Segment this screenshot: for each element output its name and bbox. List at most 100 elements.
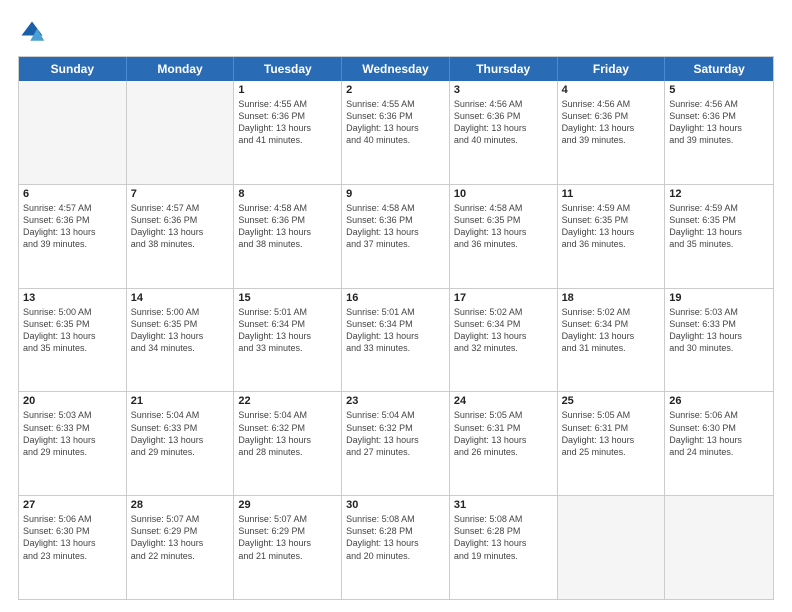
cell-line: Sunrise: 5:02 AM <box>562 306 661 318</box>
calendar-cell-r4c4: 31Sunrise: 5:08 AMSunset: 6:28 PMDayligh… <box>450 496 558 599</box>
calendar-cell-r3c4: 24Sunrise: 5:05 AMSunset: 6:31 PMDayligh… <box>450 392 558 495</box>
day-number: 27 <box>23 499 122 511</box>
day-number: 25 <box>562 395 661 407</box>
cell-line: Sunset: 6:36 PM <box>238 214 337 226</box>
cell-line: and 23 minutes. <box>23 550 122 562</box>
calendar-cell-r2c1: 14Sunrise: 5:00 AMSunset: 6:35 PMDayligh… <box>127 289 235 392</box>
calendar-cell-r0c6: 5Sunrise: 4:56 AMSunset: 6:36 PMDaylight… <box>665 81 773 184</box>
day-number: 21 <box>131 395 230 407</box>
cell-line: Sunrise: 5:05 AM <box>454 409 553 421</box>
cell-line: Sunrise: 5:04 AM <box>131 409 230 421</box>
cell-line: and 21 minutes. <box>238 550 337 562</box>
day-number: 14 <box>131 292 230 304</box>
calendar-cell-r1c5: 11Sunrise: 4:59 AMSunset: 6:35 PMDayligh… <box>558 185 666 288</box>
day-number: 2 <box>346 84 445 96</box>
day-number: 15 <box>238 292 337 304</box>
cell-line: Daylight: 13 hours <box>131 537 230 549</box>
header-day-friday: Friday <box>558 57 666 81</box>
cell-line: Daylight: 13 hours <box>238 330 337 342</box>
cell-line: Sunrise: 4:55 AM <box>238 98 337 110</box>
calendar-cell-r3c0: 20Sunrise: 5:03 AMSunset: 6:33 PMDayligh… <box>19 392 127 495</box>
cell-line: and 31 minutes. <box>562 342 661 354</box>
cell-line: and 39 minutes. <box>562 134 661 146</box>
cell-line: Sunrise: 5:08 AM <box>454 513 553 525</box>
day-number: 17 <box>454 292 553 304</box>
cell-line: and 34 minutes. <box>131 342 230 354</box>
header-day-monday: Monday <box>127 57 235 81</box>
cell-line: Daylight: 13 hours <box>346 537 445 549</box>
day-number: 6 <box>23 188 122 200</box>
cell-line: Daylight: 13 hours <box>131 226 230 238</box>
cell-line: Daylight: 13 hours <box>23 434 122 446</box>
cell-line: Sunrise: 5:00 AM <box>131 306 230 318</box>
cell-line: Sunset: 6:35 PM <box>131 318 230 330</box>
cell-line: Sunset: 6:36 PM <box>454 110 553 122</box>
cell-line: Daylight: 13 hours <box>454 330 553 342</box>
calendar-cell-r0c0 <box>19 81 127 184</box>
calendar-cell-r1c1: 7Sunrise: 4:57 AMSunset: 6:36 PMDaylight… <box>127 185 235 288</box>
cell-line: Daylight: 13 hours <box>454 122 553 134</box>
cell-line: Sunset: 6:35 PM <box>454 214 553 226</box>
cell-line: Daylight: 13 hours <box>131 434 230 446</box>
cell-line: Daylight: 13 hours <box>562 434 661 446</box>
day-number: 9 <box>346 188 445 200</box>
cell-line: Sunrise: 4:58 AM <box>346 202 445 214</box>
calendar-cell-r3c5: 25 Sunrise: 5:05 AMSunset: 6:31 PMDayligh… <box>558 392 666 495</box>
cell-line: Sunset: 6:31 PM <box>562 422 661 434</box>
cell-line: Sunrise: 5:02 AM <box>454 306 553 318</box>
calendar-row-4: 27Sunrise: 5:06 AMSunset: 6:30 PMDayligh… <box>19 496 773 599</box>
page: SundayMondayTuesdayWednesdayThursdayFrid… <box>0 0 792 612</box>
cell-line: Daylight: 13 hours <box>562 226 661 238</box>
cell-line: Sunrise: 5:01 AM <box>238 306 337 318</box>
calendar-cell-r2c6: 19Sunrise: 5:03 AMSunset: 6:33 PMDayligh… <box>665 289 773 392</box>
cell-line: and 38 minutes. <box>131 238 230 250</box>
cell-line: and 35 minutes. <box>669 238 769 250</box>
cell-line: Sunrise: 5:04 AM <box>238 409 337 421</box>
day-number: 23 <box>346 395 445 407</box>
cell-line: Sunrise: 4:56 AM <box>669 98 769 110</box>
cell-line: Daylight: 13 hours <box>23 537 122 549</box>
cell-line: Sunset: 6:32 PM <box>238 422 337 434</box>
cell-line: Sunrise: 4:56 AM <box>562 98 661 110</box>
day-number: 5 <box>669 84 769 96</box>
day-number: 29 <box>238 499 337 511</box>
day-number: 18 <box>562 292 661 304</box>
calendar-cell-r2c0: 13Sunrise: 5:00 AMSunset: 6:35 PMDayligh… <box>19 289 127 392</box>
day-number: 20 <box>23 395 122 407</box>
calendar-cell-r0c2: 1Sunrise: 4:55 AMSunset: 6:36 PMDaylight… <box>234 81 342 184</box>
cell-line: and 25 minutes. <box>562 446 661 458</box>
cell-line: Sunrise: 5:05 AM <box>562 409 661 421</box>
cell-line: Sunset: 6:29 PM <box>238 525 337 537</box>
header-day-tuesday: Tuesday <box>234 57 342 81</box>
day-number: 16 <box>346 292 445 304</box>
day-number: 24 <box>454 395 553 407</box>
cell-line: Daylight: 13 hours <box>238 122 337 134</box>
cell-line: and 36 minutes. <box>454 238 553 250</box>
cell-line: Sunset: 6:30 PM <box>23 525 122 537</box>
calendar-cell-r4c5 <box>558 496 666 599</box>
cell-line: Daylight: 13 hours <box>669 434 769 446</box>
calendar-cell-r1c2: 8Sunrise: 4:58 AMSunset: 6:36 PMDaylight… <box>234 185 342 288</box>
cell-line: Daylight: 13 hours <box>562 122 661 134</box>
cell-line: Sunrise: 5:01 AM <box>346 306 445 318</box>
cell-line: Daylight: 13 hours <box>669 226 769 238</box>
calendar-cell-r0c1 <box>127 81 235 184</box>
cell-line: Sunrise: 5:04 AM <box>346 409 445 421</box>
cell-line: Daylight: 13 hours <box>238 537 337 549</box>
cell-line: Sunrise: 5:06 AM <box>23 513 122 525</box>
cell-line: Sunrise: 4:57 AM <box>131 202 230 214</box>
cell-line: Sunrise: 4:58 AM <box>454 202 553 214</box>
cell-line: Sunrise: 5:08 AM <box>346 513 445 525</box>
day-number: 13 <box>23 292 122 304</box>
cell-line: Sunset: 6:36 PM <box>669 110 769 122</box>
cell-line: and 22 minutes. <box>131 550 230 562</box>
cell-line: and 40 minutes. <box>346 134 445 146</box>
cell-line: Daylight: 13 hours <box>454 226 553 238</box>
calendar-body: 1Sunrise: 4:55 AMSunset: 6:36 PMDaylight… <box>19 81 773 599</box>
day-number: 10 <box>454 188 553 200</box>
calendar-cell-r1c0: 6Sunrise: 4:57 AMSunset: 6:36 PMDaylight… <box>19 185 127 288</box>
cell-line: Sunset: 6:36 PM <box>562 110 661 122</box>
cell-line: Daylight: 13 hours <box>669 330 769 342</box>
cell-line: and 19 minutes. <box>454 550 553 562</box>
cell-line: Sunset: 6:28 PM <box>346 525 445 537</box>
